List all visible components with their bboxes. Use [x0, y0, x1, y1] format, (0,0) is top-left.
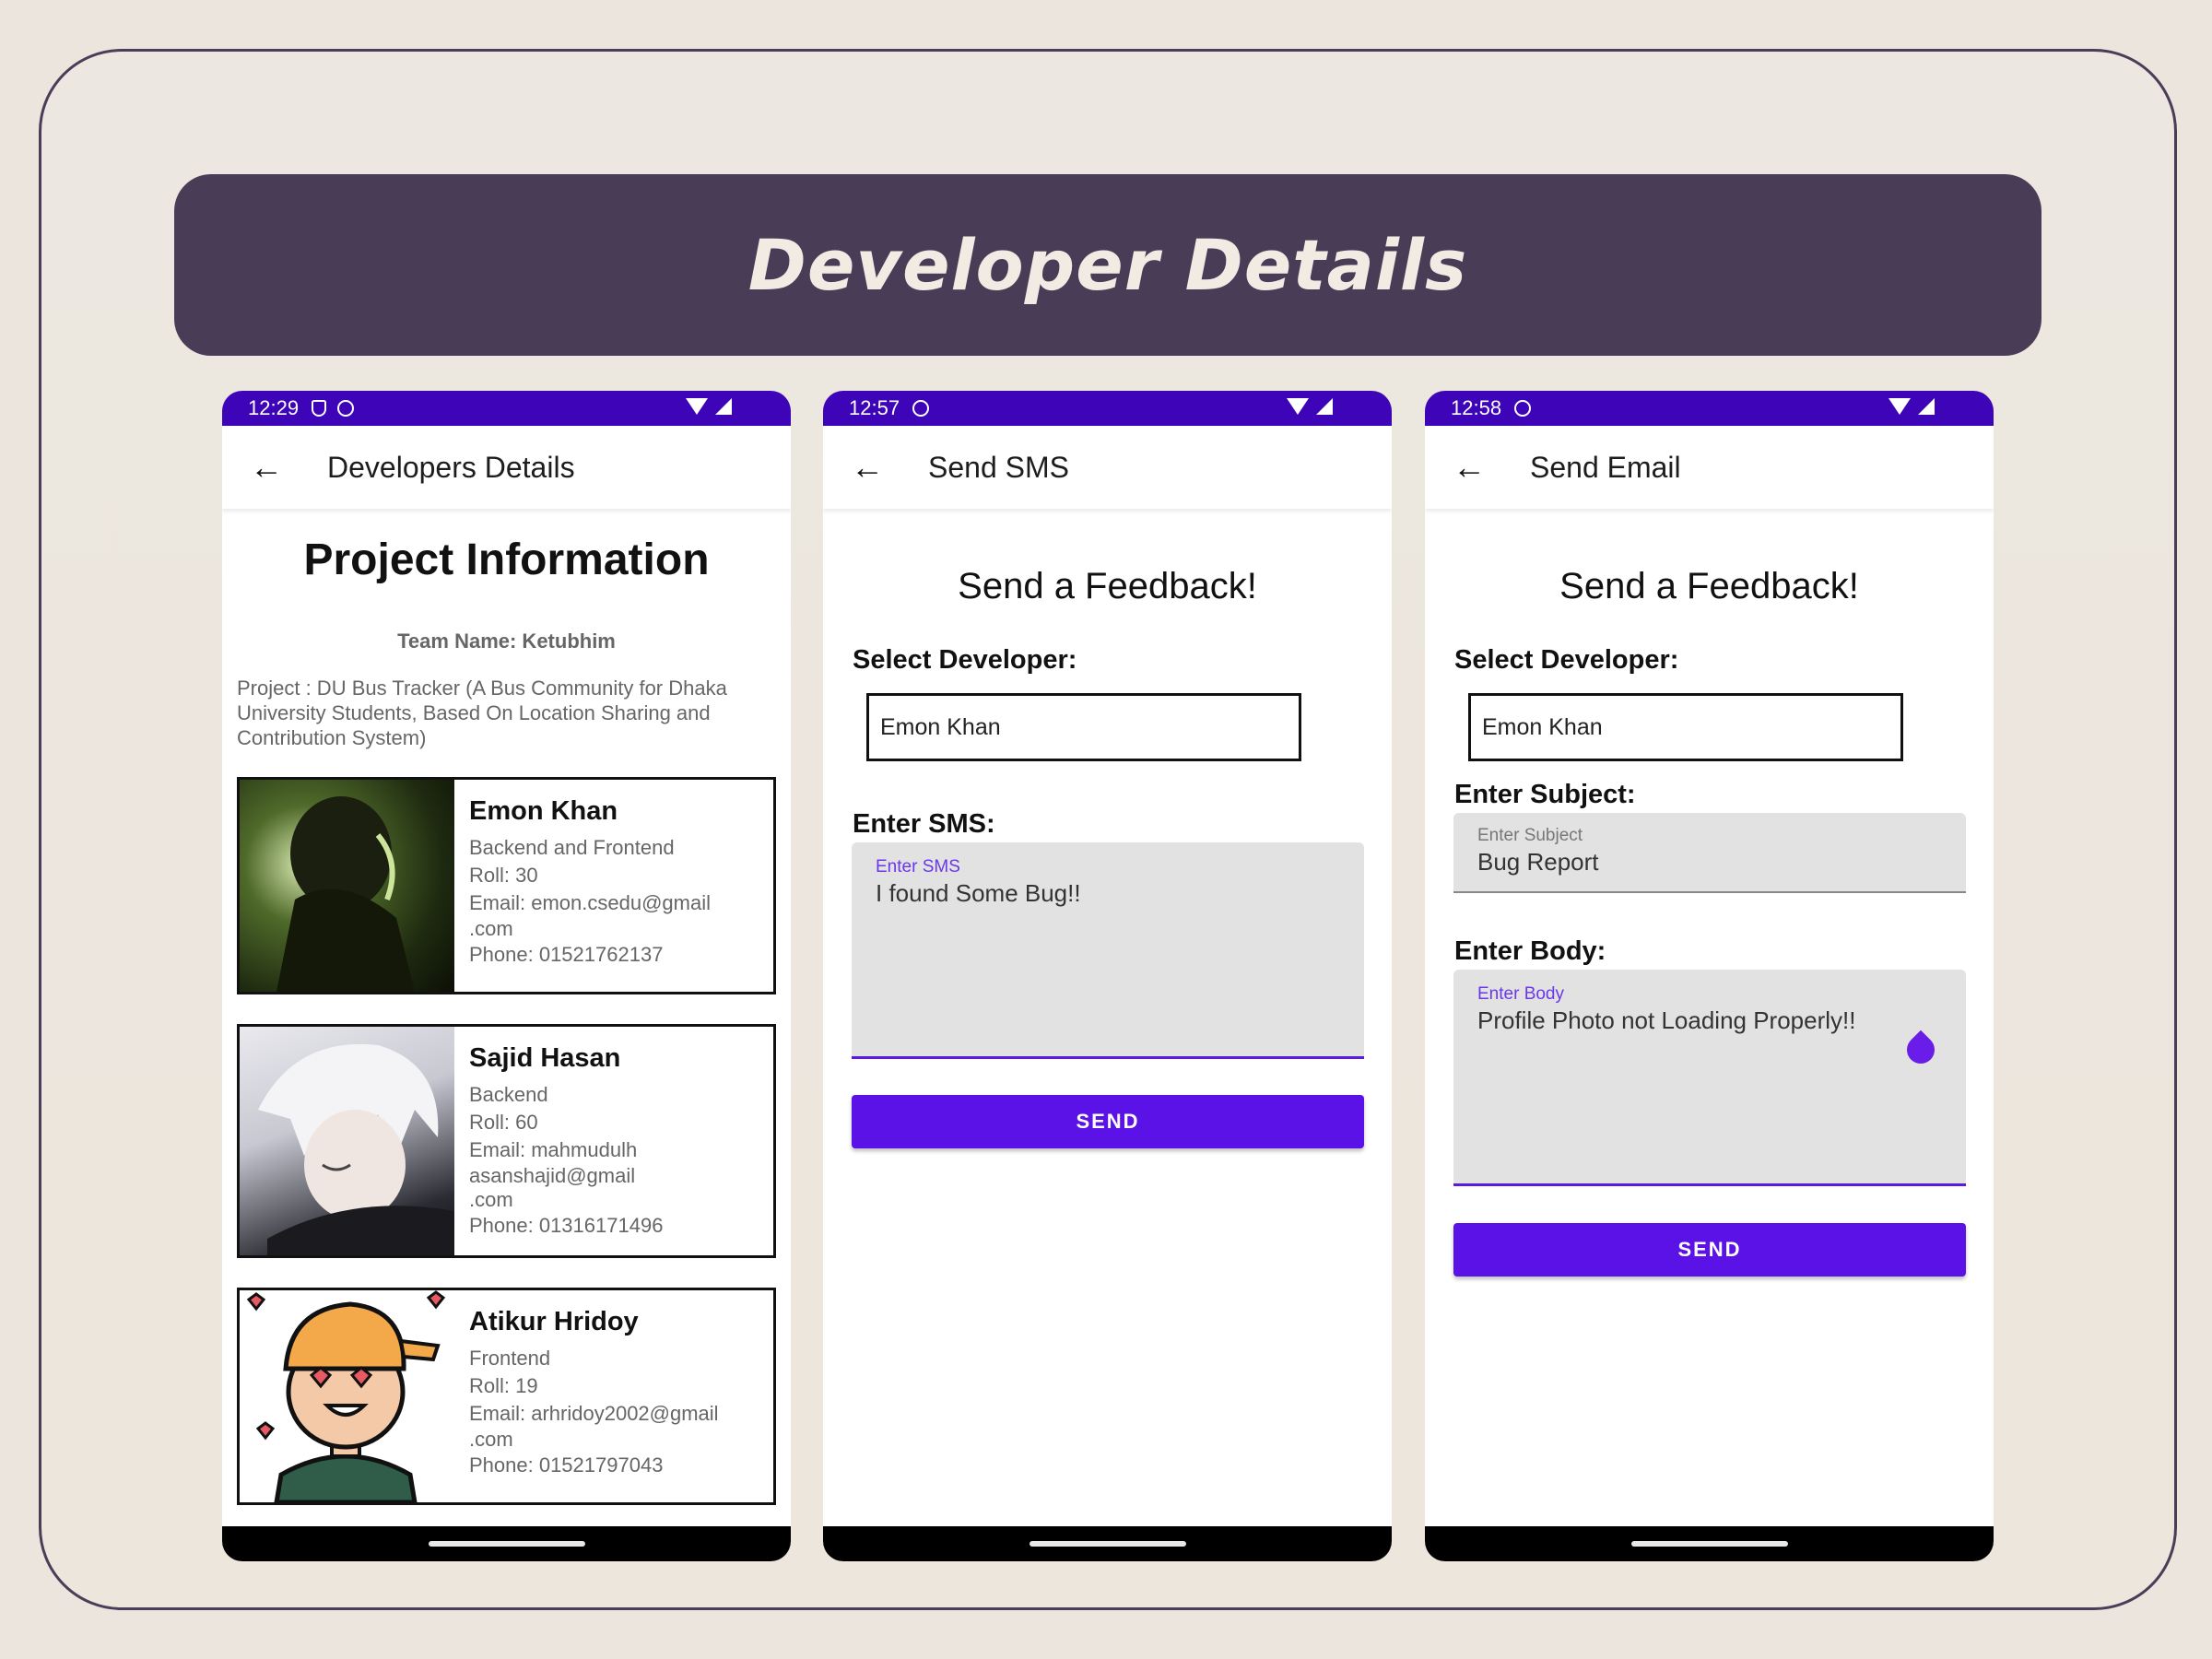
banner-title: Developer Details [747, 224, 1468, 306]
project-information-heading: Project Information [303, 535, 710, 584]
sync-icon [1514, 400, 1532, 417]
body-field-label: Enter Body [1477, 984, 1564, 1004]
body-label: Enter Body: [1454, 936, 1606, 966]
subject-field[interactable]: Enter Subject Bug Report [1453, 813, 1966, 893]
home-indicator[interactable] [1029, 1541, 1186, 1547]
app-bar-title: Send Email [1530, 450, 1681, 484]
phone-developers-details: 12:29 ← Developers Details Project Infor… [222, 391, 791, 1561]
developer-avatar [240, 780, 454, 992]
wifi-icon [1287, 398, 1309, 415]
back-arrow-icon[interactable]: ← [250, 448, 296, 487]
app-bar: ← Developers Details [222, 426, 791, 509]
subject-field-label: Enter Subject [1477, 826, 1583, 845]
developer-card[interactable]: Sajid Hasan Backend Roll: 60 Email: mahm… [237, 1024, 776, 1258]
navigation-bar [823, 1526, 1392, 1561]
status-bar: 12:57 [823, 391, 1392, 426]
home-indicator[interactable] [1630, 1541, 1788, 1547]
body-field[interactable]: Enter Body Profile Photo not Loading Pro… [1453, 970, 1966, 1186]
sync-icon [912, 400, 930, 417]
subject-label: Enter Subject: [1454, 780, 1636, 809]
app-bar: ← Send SMS [823, 426, 1392, 509]
developer-select[interactable]: Emon Khan [1468, 693, 1903, 761]
developer-email-cont: .com [469, 1188, 513, 1211]
project-description: Project : DU Bus Tracker (A Bus Communit… [237, 677, 727, 749]
sms-label: Enter SMS: [853, 809, 995, 839]
developer-email-cont: .com [469, 917, 513, 940]
sms-field[interactable]: Enter SMS I found Some Bug!! [852, 842, 1364, 1059]
home-indicator[interactable] [428, 1541, 585, 1547]
title-banner: Developer Details [174, 174, 2041, 356]
wifi-icon [1888, 398, 1911, 415]
status-time: 12:57 [849, 396, 900, 419]
developer-role: Backend [469, 1083, 548, 1106]
avatar-image [246, 1290, 446, 1502]
sms-value: I found Some Bug!! [876, 879, 1081, 907]
signal-icon [1918, 398, 1935, 415]
app-bar: ← Send Email [1425, 426, 1994, 509]
feedback-heading: Send a Feedback! [958, 566, 1257, 606]
send-email-button[interactable]: SEND [1453, 1223, 1966, 1277]
wifi-icon [686, 398, 708, 415]
shield-icon [312, 400, 327, 417]
developer-name: Sajid Hasan [469, 1043, 621, 1073]
select-developer-label: Select Developer: [1454, 645, 1679, 675]
subject-value: Bug Report [1477, 848, 1599, 876]
body-value: Profile Photo not Loading Properly!! [1477, 1006, 1856, 1034]
avatar-image [258, 1043, 454, 1255]
signal-icon [715, 398, 732, 415]
status-bar: 12:29 [222, 391, 791, 426]
send-sms-button[interactable]: SEND [852, 1095, 1364, 1148]
developer-phone: Phone: 01521762137 [469, 943, 664, 966]
sync-icon [337, 400, 355, 417]
developer-role: Backend and Frontend [469, 836, 675, 859]
developer-email: Email: mahmudulh [469, 1138, 638, 1161]
developer-avatar [240, 1027, 454, 1255]
developer-email-cont: .com [469, 1428, 513, 1451]
navigation-bar [1425, 1526, 1994, 1561]
developer-card[interactable]: Emon Khan Backend and Frontend Roll: 30 … [237, 777, 776, 994]
developer-avatar [240, 1290, 454, 1502]
developer-phone: Phone: 01316171496 [469, 1214, 664, 1237]
developer-email: Email: arhridoy2002@gmail [469, 1402, 719, 1425]
back-arrow-icon[interactable]: ← [851, 448, 897, 487]
avatar-image [276, 796, 415, 992]
status-time: 12:29 [248, 396, 300, 419]
select-developer-label: Select Developer: [853, 645, 1077, 675]
phone-send-email: 12:58 ← Send Email Send a Feedback! Sele… [1425, 391, 1994, 1561]
developer-select[interactable]: Emon Khan [866, 693, 1301, 761]
sms-field-label: Enter SMS [876, 857, 960, 877]
team-name: Team Name: Ketubhim [397, 629, 616, 653]
developer-name: Emon Khan [469, 796, 618, 826]
developer-roll: Roll: 30 [469, 864, 538, 887]
feedback-heading: Send a Feedback! [1559, 566, 1859, 606]
status-time: 12:58 [1451, 396, 1502, 419]
app-bar-title: Developers Details [327, 450, 575, 484]
developer-roll: Roll: 60 [469, 1111, 538, 1134]
developer-email: Email: emon.csedu@gmail [469, 891, 711, 914]
developer-name: Atikur Hridoy [469, 1307, 639, 1336]
back-arrow-icon[interactable]: ← [1453, 448, 1499, 487]
status-bar: 12:58 [1425, 391, 1994, 426]
developer-roll: Roll: 19 [469, 1374, 538, 1397]
developer-phone: Phone: 01521797043 [469, 1453, 664, 1477]
developer-role: Frontend [469, 1347, 551, 1370]
signal-icon [1316, 398, 1333, 415]
phone-send-sms: 12:57 ← Send SMS Send a Feedback! Select… [823, 391, 1392, 1561]
developer-email-cont: asanshajid@gmail [469, 1164, 636, 1187]
navigation-bar [222, 1526, 791, 1561]
app-bar-title: Send SMS [928, 450, 1069, 484]
developer-card[interactable]: Atikur Hridoy Frontend Roll: 19 Email: a… [237, 1288, 776, 1505]
